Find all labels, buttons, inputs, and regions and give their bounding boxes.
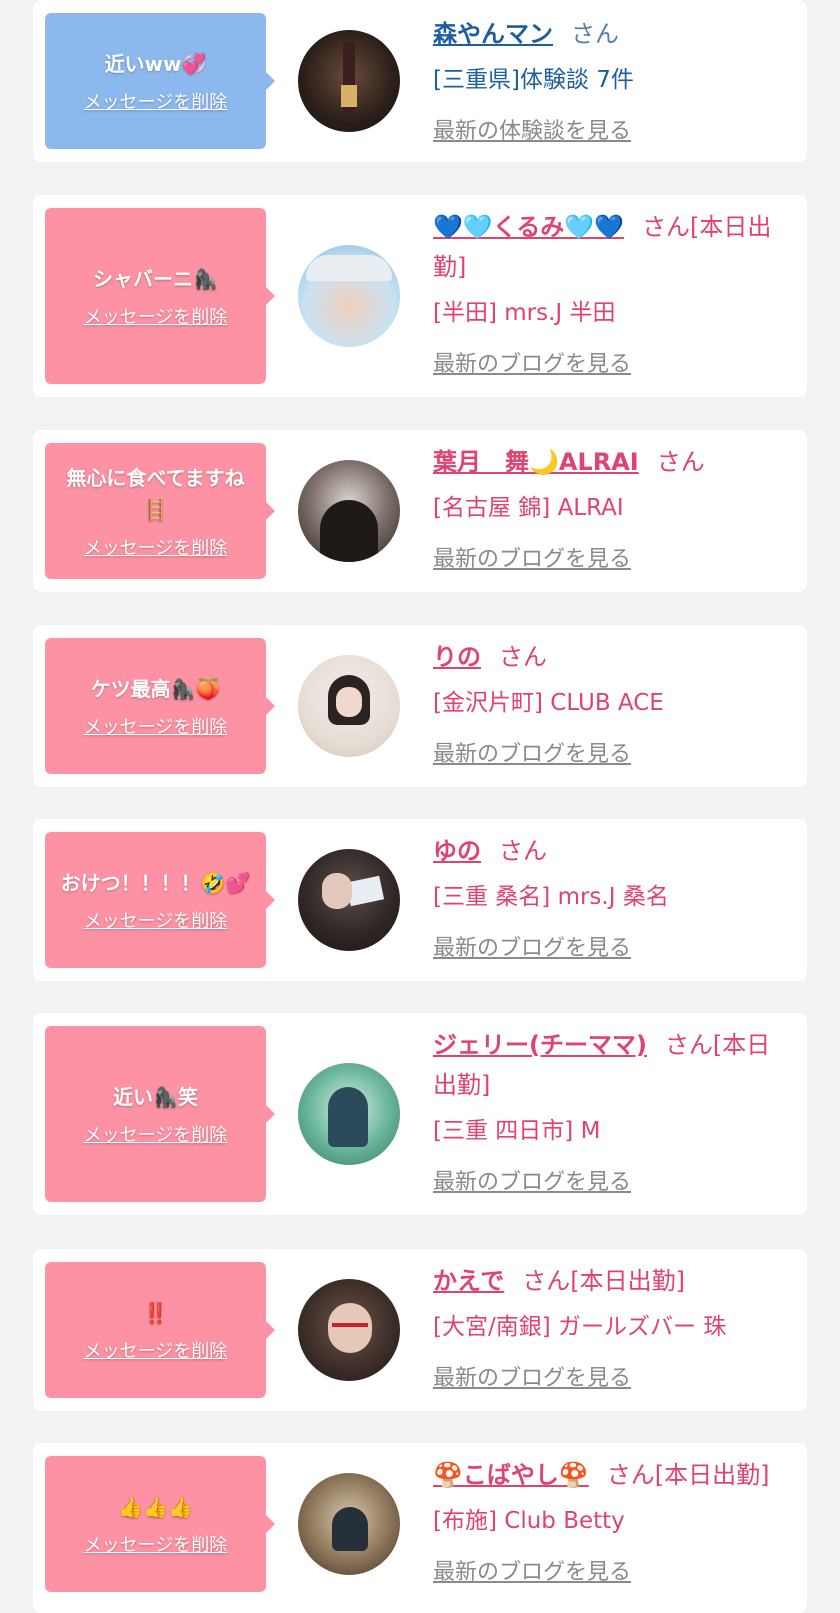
avatar[interactable] bbox=[298, 849, 400, 951]
latest-link[interactable]: 最新のブログを見る bbox=[433, 933, 631, 965]
profile-info: 葉月 舞🌙ALRAI さん [名古屋 錦] ALRAI 最新のブログを見る bbox=[433, 442, 793, 576]
message-text: 👍👍👍 bbox=[118, 1495, 193, 1519]
name-suffix: さん bbox=[656, 448, 705, 476]
list-item: おけつ！！！！🤣💕 メッセージを削除 ゆの さん [三重 桑名] mrs.J 桑名… bbox=[33, 819, 807, 981]
profile-info: ゆの さん [三重 桑名] mrs.J 桑名 最新のブログを見る bbox=[433, 831, 793, 965]
list-item: 近い🦍笑 メッセージを削除 ジェリー(チーママ) さん[本日出勤] [三重 四日市… bbox=[33, 1013, 807, 1215]
profile-name-link[interactable]: ジェリー(チーママ) bbox=[433, 1031, 647, 1059]
list-item: 近いww💞 メッセージを削除 森やんマン さん [三重県]体験談 7件 最新の体験… bbox=[33, 0, 807, 162]
message-text: 近いww💞 bbox=[104, 52, 207, 76]
message-bubble: ケツ最高🦍🍑 メッセージを削除 bbox=[45, 638, 275, 774]
latest-link[interactable]: 最新のブログを見る bbox=[433, 349, 631, 381]
profile-info: ジェリー(チーママ) さん[本日出勤] [三重 四日市] M 最新のブログを見る bbox=[433, 1025, 793, 1199]
profile-name-link[interactable]: ゆの bbox=[433, 837, 481, 865]
delete-message-link[interactable]: メッセージを削除 bbox=[84, 1121, 228, 1147]
profile-name-link[interactable]: 💙🩵くるみ🩵💙 bbox=[433, 213, 624, 241]
name-suffix: さん bbox=[571, 20, 619, 48]
delete-message-link[interactable]: メッセージを削除 bbox=[84, 303, 228, 329]
latest-link[interactable]: 最新のブログを見る bbox=[433, 739, 631, 771]
message-text: おけつ！！！！🤣💕 bbox=[60, 871, 251, 895]
shop-info: [金沢片町] CLUB ACE bbox=[433, 690, 664, 716]
profile-name-link[interactable]: りの bbox=[433, 643, 481, 671]
message-bubble: おけつ！！！！🤣💕 メッセージを削除 bbox=[45, 832, 275, 968]
message-bubble: 無心に食べてますね🪜 メッセージを削除 bbox=[45, 443, 275, 579]
name-suffix: さん[本日出勤] bbox=[522, 1267, 686, 1295]
list-item: 👍👍👍 メッセージを削除 🍄こばやし🍄 さん[本日出勤] [布施] Club Be… bbox=[33, 1443, 807, 1613]
avatar[interactable] bbox=[298, 1473, 400, 1575]
list-item: ‼️ メッセージを削除 かえで さん[本日出勤] [大宮/南銀] ガールズバー 珠… bbox=[33, 1249, 807, 1411]
shop-info: [三重県]体験談 7件 bbox=[433, 67, 634, 93]
name-suffix: さん bbox=[499, 837, 547, 865]
profile-info: かえで さん[本日出勤] [大宮/南銀] ガールズバー 珠 最新のブログを見る bbox=[433, 1261, 793, 1395]
latest-link[interactable]: 最新のブログを見る bbox=[433, 1167, 631, 1199]
avatar[interactable] bbox=[298, 655, 400, 757]
avatar[interactable] bbox=[298, 30, 400, 132]
message-bubble: 近い🦍笑 メッセージを削除 bbox=[45, 1026, 275, 1202]
shop-info: [三重 桑名] mrs.J 桑名 bbox=[433, 884, 669, 910]
shop-info: [布施] Club Betty bbox=[433, 1508, 625, 1534]
message-bubble: シャバーニ🦍 メッセージを削除 bbox=[45, 208, 275, 384]
profile-name-link[interactable]: かえで bbox=[433, 1267, 504, 1295]
avatar[interactable] bbox=[298, 1279, 400, 1381]
name-suffix: さん[本日出勤] bbox=[606, 1461, 770, 1489]
profile-info: 森やんマン さん [三重県]体験談 7件 最新の体験談を見る bbox=[433, 14, 793, 148]
list-item: シャバーニ🦍 メッセージを削除 💙🩵くるみ🩵💙 さん[本日出勤] [半田] mrs… bbox=[33, 195, 807, 397]
latest-link[interactable]: 最新のブログを見る bbox=[433, 1363, 631, 1395]
message-bubble: ‼️ メッセージを削除 bbox=[45, 1262, 275, 1398]
name-suffix: さん bbox=[499, 643, 547, 671]
profile-name-link[interactable]: 葉月 舞🌙ALRAI bbox=[433, 448, 639, 476]
latest-link[interactable]: 最新のブログを見る bbox=[433, 544, 631, 576]
avatar[interactable] bbox=[298, 460, 400, 562]
delete-message-link[interactable]: メッセージを削除 bbox=[84, 713, 228, 739]
delete-message-link[interactable]: メッセージを削除 bbox=[84, 534, 228, 560]
delete-message-link[interactable]: メッセージを削除 bbox=[84, 1531, 228, 1557]
latest-link[interactable]: 最新のブログを見る bbox=[433, 1557, 631, 1589]
avatar[interactable] bbox=[298, 1063, 400, 1165]
message-list: 近いww💞 メッセージを削除 森やんマン さん [三重県]体験談 7件 最新の体験… bbox=[0, 0, 840, 1613]
shop-info: [三重 四日市] M bbox=[433, 1118, 601, 1144]
message-bubble: 👍👍👍 メッセージを削除 bbox=[45, 1456, 275, 1592]
message-text: シャバーニ🦍 bbox=[93, 267, 218, 291]
delete-message-link[interactable]: メッセージを削除 bbox=[84, 88, 228, 114]
list-item: ケツ最高🦍🍑 メッセージを削除 りの さん [金沢片町] CLUB ACE 最新の… bbox=[33, 625, 807, 787]
profile-name-link[interactable]: 🍄こばやし🍄 bbox=[433, 1461, 589, 1489]
list-item: 無心に食べてますね🪜 メッセージを削除 葉月 舞🌙ALRAI さん [名古屋 錦]… bbox=[33, 430, 807, 592]
delete-message-link[interactable]: メッセージを削除 bbox=[84, 907, 228, 933]
profile-info: りの さん [金沢片町] CLUB ACE 最新のブログを見る bbox=[433, 637, 793, 771]
shop-info: [半田] mrs.J 半田 bbox=[433, 300, 616, 326]
profile-info: 💙🩵くるみ🩵💙 さん[本日出勤] [半田] mrs.J 半田 最新のブログを見る bbox=[433, 207, 793, 381]
avatar[interactable] bbox=[298, 245, 400, 347]
message-text: ‼️ bbox=[143, 1301, 168, 1325]
shop-info: [名古屋 錦] ALRAI bbox=[433, 495, 624, 521]
message-text: 近い🦍笑 bbox=[113, 1085, 198, 1109]
message-text: ケツ最高🦍🍑 bbox=[90, 677, 221, 701]
profile-name-link[interactable]: 森やんマン bbox=[433, 20, 553, 48]
shop-info: [大宮/南銀] ガールズバー 珠 bbox=[433, 1314, 727, 1340]
delete-message-link[interactable]: メッセージを削除 bbox=[84, 1337, 228, 1363]
profile-info: 🍄こばやし🍄 さん[本日出勤] [布施] Club Betty 最新のブログを見る bbox=[433, 1455, 793, 1589]
message-bubble: 近いww💞 メッセージを削除 bbox=[45, 13, 275, 149]
latest-link[interactable]: 最新の体験談を見る bbox=[433, 116, 631, 148]
message-text: 無心に食べてますね🪜 bbox=[66, 466, 245, 522]
